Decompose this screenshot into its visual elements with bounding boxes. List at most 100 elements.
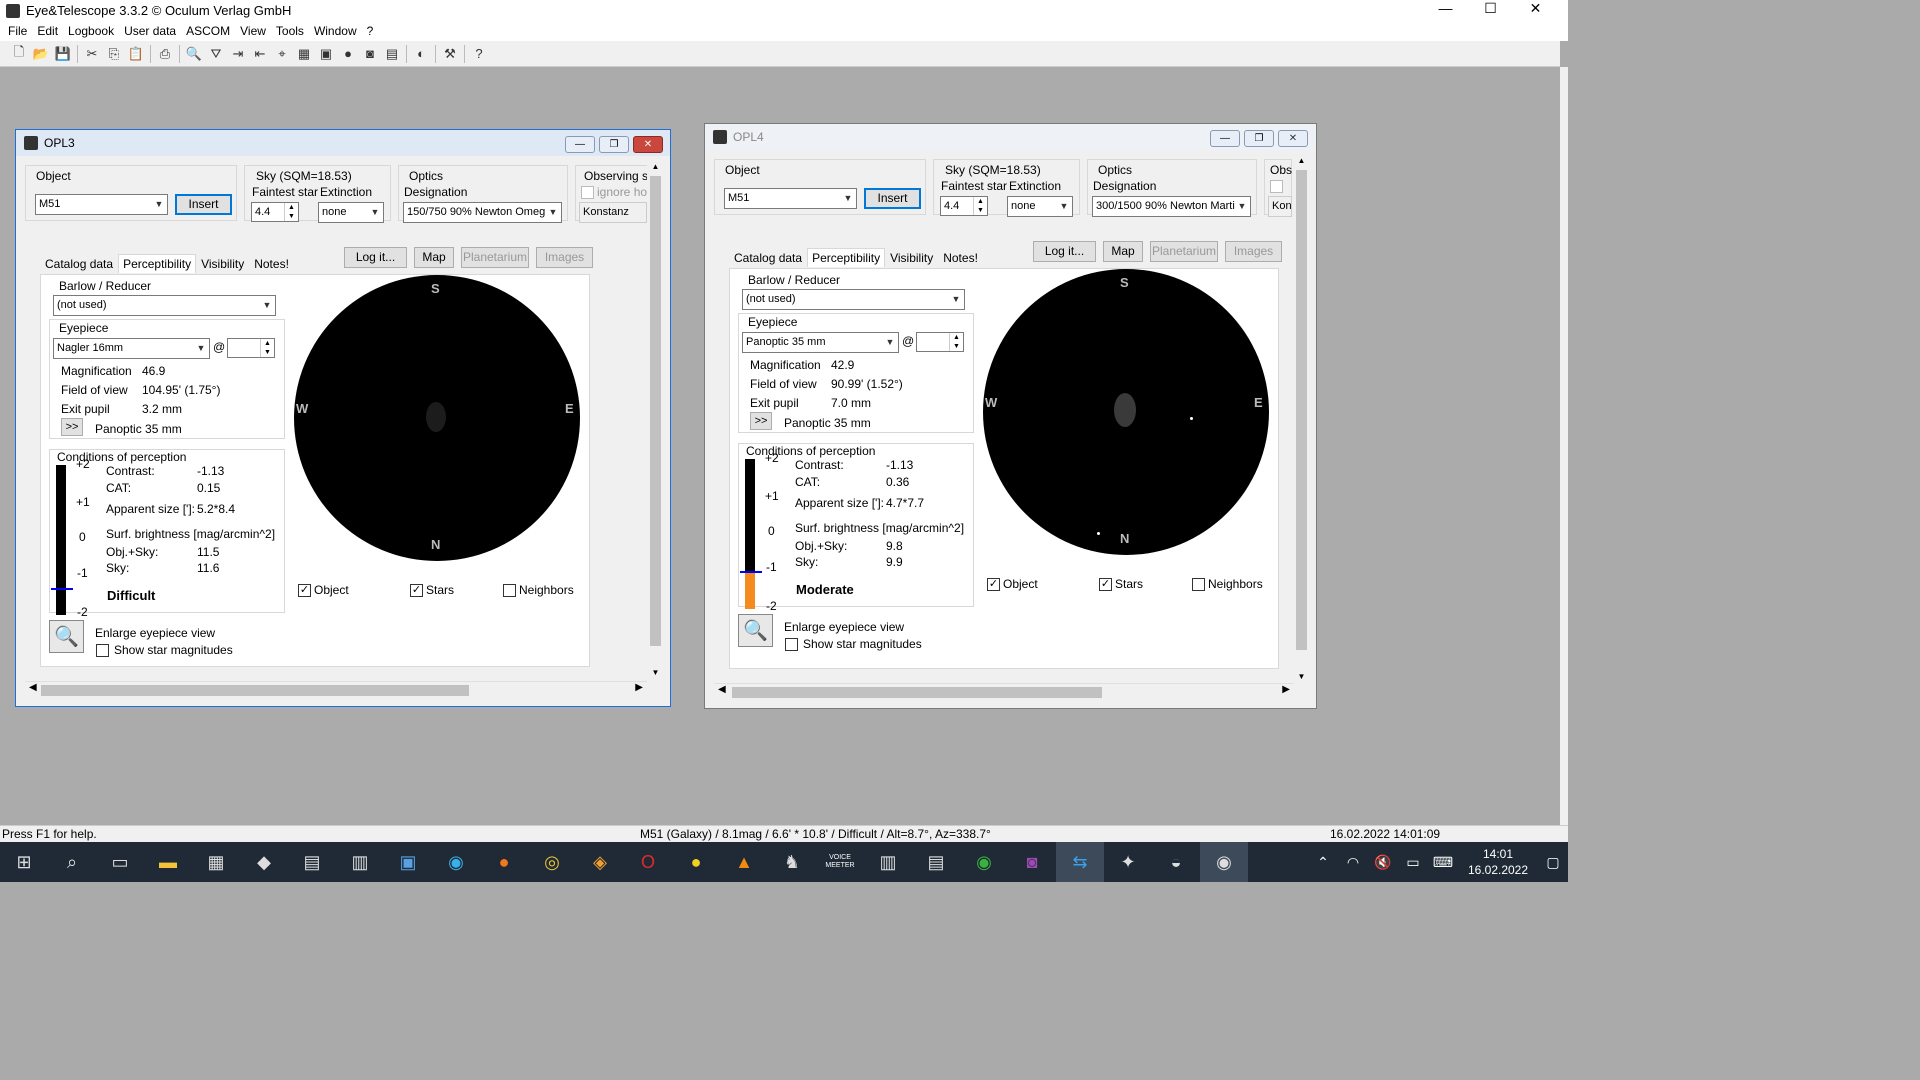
tools-icon[interactable]: ⚒ bbox=[439, 44, 461, 64]
images-button[interactable]: Images bbox=[1225, 241, 1282, 262]
app-icon[interactable]: ▤ bbox=[912, 842, 960, 882]
object-select[interactable]: M51 ▼ bbox=[724, 188, 857, 209]
menu-logbook[interactable]: Logbook bbox=[63, 24, 119, 38]
window-vertical-scrollbar[interactable]: ▲ ▼ bbox=[647, 162, 664, 677]
telescope-icon[interactable]: ⌖ bbox=[271, 44, 293, 64]
insert-button[interactable]: Insert bbox=[864, 188, 921, 209]
tab-catalog-data[interactable]: Catalog data bbox=[40, 254, 118, 273]
object-checkbox[interactable]: ✓ bbox=[987, 578, 1000, 591]
tab-perceptibility[interactable]: Perceptibility bbox=[118, 254, 197, 273]
task-view-icon[interactable]: ▭ bbox=[96, 842, 144, 882]
menu-edit[interactable]: Edit bbox=[32, 24, 63, 38]
next-eyepiece-button[interactable]: >> bbox=[750, 412, 772, 430]
moon-icon[interactable]: ◐ bbox=[410, 44, 432, 64]
teamviewer-icon[interactable]: ⇆ bbox=[1056, 842, 1104, 882]
app-icon[interactable]: ◆ bbox=[240, 842, 288, 882]
app-icon[interactable]: ◙ bbox=[1008, 842, 1056, 882]
app-icon[interactable]: ▤ bbox=[288, 842, 336, 882]
eye-telescope-icon[interactable]: ◉ bbox=[1200, 842, 1248, 882]
restore-icon[interactable]: ❐ bbox=[1244, 130, 1274, 147]
object-select[interactable]: M51 ▼ bbox=[35, 194, 168, 215]
start-icon[interactable]: ⊞ bbox=[0, 842, 48, 882]
extinction-select[interactable]: none ▼ bbox=[318, 202, 384, 223]
close-icon[interactable]: ✕ bbox=[1278, 130, 1308, 147]
app-icon[interactable]: ✦ bbox=[1104, 842, 1152, 882]
open-icon[interactable]: 📂 bbox=[30, 44, 52, 64]
map-button[interactable]: Map bbox=[414, 247, 454, 268]
planet-icon[interactable]: ● bbox=[337, 44, 359, 64]
minimize-icon[interactable]: — bbox=[1210, 130, 1240, 147]
app-icon[interactable]: ◉ bbox=[960, 842, 1008, 882]
scroll-thumb[interactable] bbox=[732, 687, 1102, 698]
menu-view[interactable]: View bbox=[235, 24, 271, 38]
chart-icon[interactable]: ▦ bbox=[293, 44, 315, 64]
tab-notes[interactable]: Notes! bbox=[938, 248, 983, 267]
faintest-star-stepper[interactable]: 4.4 ▲ ▼ bbox=[940, 196, 988, 216]
app-icon[interactable]: ● bbox=[672, 842, 720, 882]
save-icon[interactable]: 💾 bbox=[52, 44, 74, 64]
print-icon[interactable]: ⎙ bbox=[154, 44, 176, 64]
scroll-thumb[interactable] bbox=[41, 685, 469, 696]
firefox-icon[interactable]: ● bbox=[480, 842, 528, 882]
voicemeeter-icon[interactable]: VOICE MEETER bbox=[816, 842, 864, 882]
camera-icon[interactable]: ◙ bbox=[359, 44, 381, 64]
app-icon[interactable]: ▥ bbox=[336, 842, 384, 882]
magnifier-icon[interactable]: 🔍 bbox=[738, 614, 773, 647]
clock[interactable]: 14:01 16.02.2022 bbox=[1458, 846, 1538, 878]
main-vertical-scrollbar[interactable] bbox=[1560, 67, 1568, 825]
ignore-horizon-checkbox[interactable] bbox=[1270, 180, 1283, 193]
mute-icon[interactable]: 🔇 bbox=[1368, 854, 1398, 871]
barlow-select[interactable]: (not used) ▼ bbox=[53, 295, 276, 316]
log-it-button[interactable]: Log it... bbox=[1033, 241, 1096, 262]
keyboard-icon[interactable]: ⌨ bbox=[1428, 854, 1458, 871]
faintest-star-stepper[interactable]: 4.4 ▲ ▼ bbox=[251, 202, 299, 222]
planetarium-button[interactable]: Planetarium bbox=[1150, 241, 1218, 262]
import-icon[interactable]: ⇥ bbox=[227, 44, 249, 64]
scroll-thumb[interactable] bbox=[650, 176, 661, 646]
neighbors-checkbox[interactable] bbox=[1192, 578, 1205, 591]
notifications-icon[interactable]: ▢ bbox=[1538, 854, 1568, 871]
window-horizontal-scrollbar[interactable]: ◀ ▶ bbox=[25, 681, 647, 698]
help-icon[interactable]: ? bbox=[468, 44, 490, 64]
restore-icon[interactable]: ❐ bbox=[599, 136, 629, 153]
show-star-magnitudes-checkbox[interactable] bbox=[785, 638, 798, 651]
scroll-thumb[interactable] bbox=[1296, 170, 1307, 650]
search-icon[interactable]: ⌕ bbox=[48, 842, 96, 882]
object-checkbox[interactable]: ✓ bbox=[298, 584, 311, 597]
barlow-select[interactable]: (not used) ▼ bbox=[742, 289, 965, 310]
book-icon[interactable]: ▤ bbox=[381, 44, 403, 64]
enlarge-eyepiece-label[interactable]: Enlarge eyepiece view bbox=[784, 620, 904, 634]
window-horizontal-scrollbar[interactable]: ◀ ▶ bbox=[714, 683, 1294, 700]
wifi-icon[interactable]: ◠ bbox=[1338, 854, 1368, 871]
export-icon[interactable]: ⇤ bbox=[249, 44, 271, 64]
magnifier-icon[interactable]: 🔍 bbox=[49, 620, 84, 653]
menu-ascom[interactable]: ASCOM bbox=[181, 24, 235, 38]
edge-icon[interactable]: ◉ bbox=[432, 842, 480, 882]
app-icon[interactable]: ♞ bbox=[768, 842, 816, 882]
eyepiece-view[interactable]: S N W E bbox=[294, 275, 580, 561]
menu-tools[interactable]: Tools bbox=[271, 24, 309, 38]
close-icon[interactable]: ✕ bbox=[1513, 0, 1558, 21]
window-vertical-scrollbar[interactable]: ▲ ▼ bbox=[1293, 156, 1310, 681]
eyepiece-select[interactable]: Panoptic 35 mm ▼ bbox=[742, 332, 899, 353]
close-icon[interactable]: ✕ bbox=[633, 136, 663, 153]
eyepiece-select[interactable]: Nagler 16mm ▼ bbox=[53, 338, 210, 359]
stars-checkbox[interactable]: ✓ bbox=[1099, 578, 1112, 591]
eyepiece-view[interactable]: S N W E bbox=[983, 269, 1269, 555]
brave-icon[interactable]: ◈ bbox=[576, 842, 624, 882]
eyepiece-count-stepper[interactable]: ▲ ▼ bbox=[227, 338, 275, 358]
neighbors-checkbox[interactable] bbox=[503, 584, 516, 597]
cut-icon[interactable]: ✂ bbox=[81, 44, 103, 64]
paste-icon[interactable]: 📋 bbox=[125, 44, 147, 64]
eyepiece-count-stepper[interactable]: ▲ ▼ bbox=[916, 332, 964, 352]
app-icon[interactable]: ◒ bbox=[1152, 842, 1200, 882]
tab-perceptibility[interactable]: Perceptibility bbox=[807, 248, 886, 267]
vlc-icon[interactable]: ▲ bbox=[720, 842, 768, 882]
menu-user-data[interactable]: User data bbox=[119, 24, 181, 38]
minimize-icon[interactable]: — bbox=[1423, 0, 1468, 21]
tab-notes[interactable]: Notes! bbox=[249, 254, 294, 273]
site-field[interactable]: Kon bbox=[1268, 196, 1292, 217]
site-field[interactable]: Konstanz bbox=[579, 202, 647, 223]
menu-window[interactable]: Window bbox=[309, 24, 362, 38]
show-star-magnitudes-checkbox[interactable] bbox=[96, 644, 109, 657]
